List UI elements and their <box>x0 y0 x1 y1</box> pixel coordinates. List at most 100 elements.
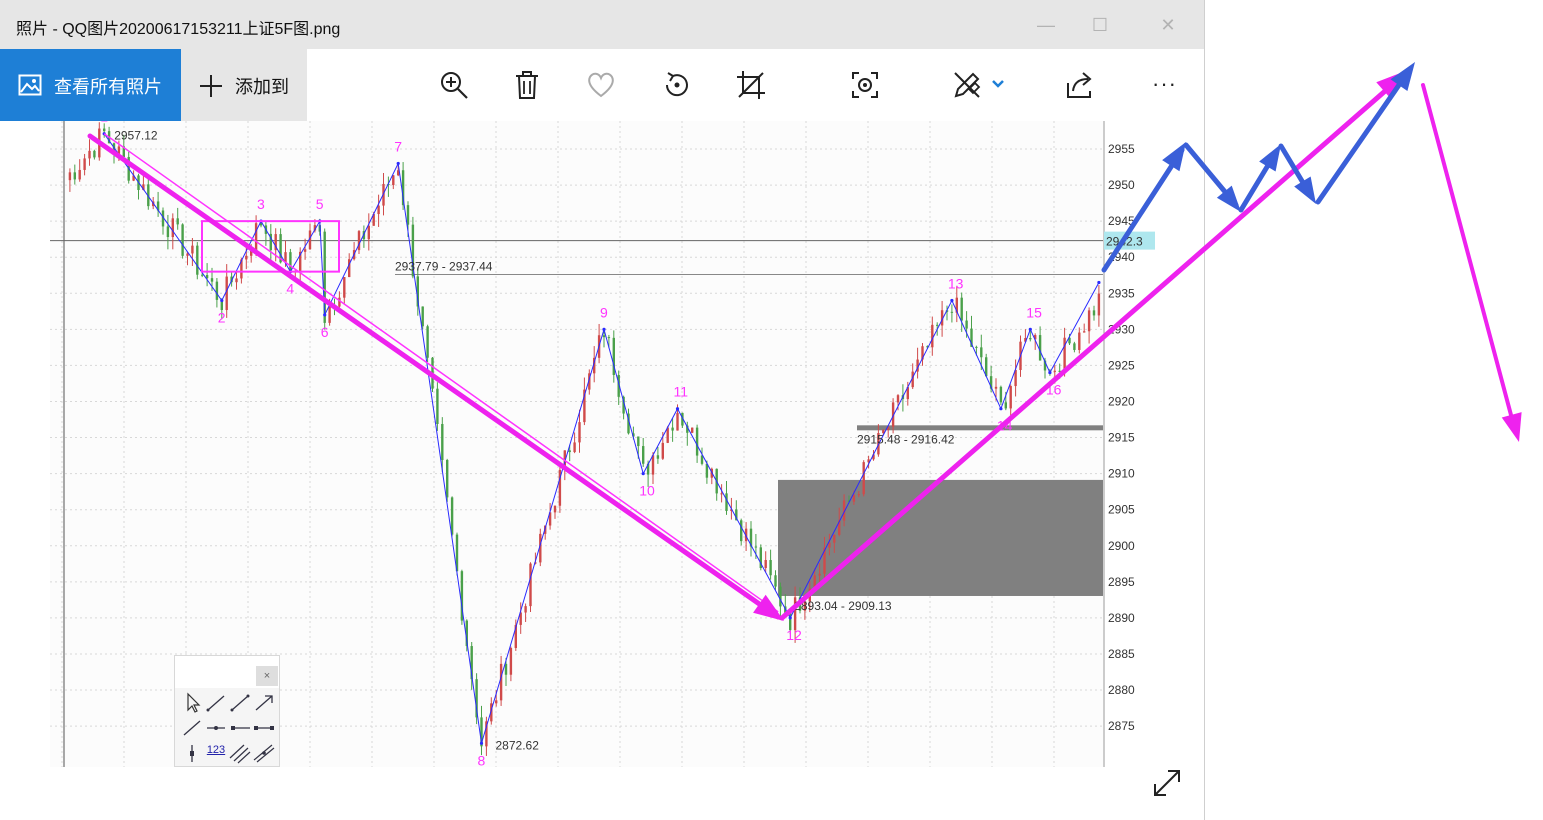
candle-body <box>1058 370 1061 373</box>
candle-body <box>676 412 679 431</box>
candle-body <box>68 172 72 181</box>
candle-body <box>994 386 998 389</box>
candle-body <box>93 150 96 158</box>
segment-tool-icon[interactable] <box>228 692 252 714</box>
candle-body <box>656 455 660 459</box>
blue-arrow-5-head <box>1390 62 1415 92</box>
parallel-channel-tool-icon[interactable] <box>228 742 252 764</box>
ray-tool-icon[interactable] <box>180 717 204 739</box>
minimize-button[interactable]: — <box>1031 10 1061 40</box>
blue-arrow-5-line <box>1315 69 1411 205</box>
candle-body <box>720 493 723 495</box>
candle-body <box>392 175 395 186</box>
add-to-label: 添加到 <box>235 77 289 97</box>
vline-tool-icon[interactable] <box>180 742 204 764</box>
arrow-tool-icon[interactable] <box>252 692 276 714</box>
candle-body <box>637 436 640 447</box>
candle-body <box>250 250 253 256</box>
price-axis-label: 2945 <box>1108 214 1135 228</box>
wave-label: 6 <box>321 324 329 340</box>
candle-body <box>1063 337 1066 373</box>
candle-body <box>1029 337 1032 340</box>
candle-body <box>980 347 983 358</box>
close-button[interactable]: ✕ <box>1153 10 1183 40</box>
zoom-in-icon[interactable] <box>438 69 470 101</box>
candle-body <box>215 281 219 300</box>
palette-close-button[interactable]: × <box>256 666 278 686</box>
favorite-heart-icon[interactable] <box>585 69 617 101</box>
candle-body <box>936 324 939 326</box>
price-axis-label: 2890 <box>1108 611 1135 625</box>
range-annotation-b: 2893.04 - 2909.13 <box>794 599 892 613</box>
candle-body <box>406 205 410 225</box>
candle-body <box>377 205 380 215</box>
wave-label: 15 <box>1026 304 1042 320</box>
candle-body <box>333 306 336 308</box>
maximize-button[interactable]: ☐ <box>1085 10 1115 40</box>
wave-vertex <box>675 407 680 411</box>
price-axis-label: 2940 <box>1108 250 1135 264</box>
candle-body <box>764 560 767 569</box>
chevron-down-icon[interactable] <box>988 69 1008 101</box>
candle-body <box>896 395 900 403</box>
view-all-photos-label: 查看所有照片 <box>54 77 162 97</box>
delete-icon[interactable] <box>511 69 543 101</box>
candle-body <box>1053 370 1056 372</box>
candle-body <box>338 297 341 307</box>
candle-body <box>1038 335 1042 361</box>
price-zone-box <box>778 479 1103 596</box>
candle-body <box>73 172 76 180</box>
candle-body <box>695 427 699 456</box>
toolbar: 查看所有照片 添加到 ··· <box>0 49 1204 121</box>
drawn-arrow-up-head <box>1376 70 1408 100</box>
candle-body <box>504 663 508 675</box>
wave-label: 3 <box>257 196 265 212</box>
add-to-button[interactable]: 添加到 <box>181 49 307 121</box>
wave-label: 10 <box>639 483 655 499</box>
fork-tool-icon[interactable] <box>252 742 276 764</box>
hsegment-tool-icon[interactable] <box>252 717 276 739</box>
candle-body <box>671 427 674 431</box>
more-icon[interactable]: ··· <box>1152 71 1184 103</box>
candle-body <box>191 245 194 254</box>
edit-icon[interactable] <box>849 69 881 101</box>
rotate-icon[interactable] <box>661 69 693 101</box>
number-label-tool[interactable]: 123 <box>204 744 228 766</box>
price-axis-label: 2930 <box>1108 322 1135 336</box>
wave-vertex <box>220 298 224 303</box>
candle-body <box>509 647 513 675</box>
wave-vertex <box>788 616 792 620</box>
candle-body <box>210 278 214 282</box>
wave-vertex <box>1048 371 1052 375</box>
candle-body <box>661 442 664 459</box>
title-bar: 照片 - QQ图片20200617153211上证5F图.png — ☐ ✕ <box>0 0 1204 49</box>
hline-tool-icon[interactable] <box>204 717 228 739</box>
view-all-photos-button[interactable]: 查看所有照片 <box>0 49 181 121</box>
candle-body <box>1073 343 1076 350</box>
wave-label: 12 <box>786 627 802 643</box>
blue-arrow-3-head <box>1259 144 1281 172</box>
draw-icon[interactable] <box>951 69 983 101</box>
candle-body <box>254 223 258 251</box>
crop-icon[interactable] <box>735 69 767 101</box>
hray-tool-icon[interactable] <box>228 717 252 739</box>
candle-body <box>328 306 331 323</box>
candle-body <box>833 534 836 543</box>
candle-body <box>235 278 238 283</box>
price-axis-label: 2950 <box>1108 178 1135 192</box>
candle-body <box>857 494 860 496</box>
candle-body <box>651 455 655 475</box>
share-icon[interactable] <box>1064 69 1096 101</box>
pointer-tool-icon[interactable] <box>180 692 204 714</box>
candle-body <box>357 231 361 251</box>
low-annotation: 2872.62 <box>496 738 540 752</box>
wave-vertex <box>950 298 954 303</box>
range-annotation-c: 2915.48 - 2916.42 <box>857 432 955 446</box>
blue-arrow-4-line <box>1278 143 1314 199</box>
price-axis-label: 2875 <box>1108 719 1135 733</box>
candle-body <box>705 463 709 478</box>
expand-icon[interactable] <box>1150 766 1184 800</box>
line-tool-icon[interactable] <box>204 692 228 714</box>
price-axis-label: 2910 <box>1108 467 1135 481</box>
wave-label: 7 <box>394 138 402 154</box>
